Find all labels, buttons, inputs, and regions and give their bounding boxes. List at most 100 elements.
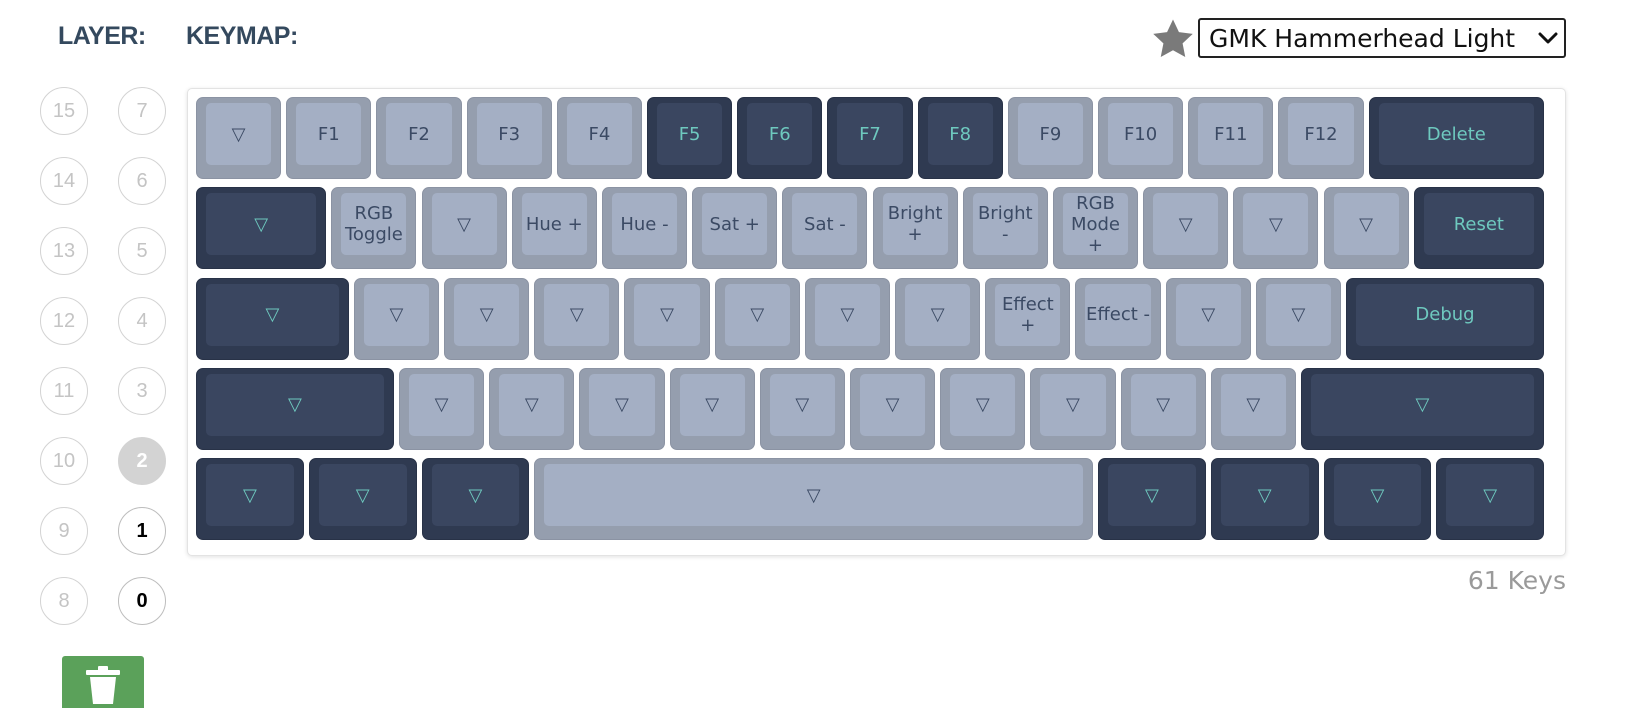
key[interactable]: Effect -: [1075, 277, 1161, 360]
key[interactable]: ▽: [1255, 277, 1342, 360]
layer-button-3[interactable]: 3: [118, 367, 166, 415]
key[interactable]: F12: [1278, 97, 1364, 179]
key-legend: Effect +: [995, 283, 1061, 346]
key[interactable]: Reset: [1413, 187, 1544, 270]
layer-button-14[interactable]: 14: [40, 157, 88, 205]
key-legend: Hue -: [611, 193, 678, 256]
key[interactable]: F10: [1098, 97, 1184, 179]
layer-button-10[interactable]: 10: [40, 437, 88, 485]
key[interactable]: ▽: [444, 277, 530, 360]
key-legend: ▽: [454, 283, 520, 346]
layer-button-9[interactable]: 9: [40, 507, 88, 555]
key-legend: ▽: [363, 283, 430, 346]
key[interactable]: ▽: [895, 277, 981, 360]
key[interactable]: ▽: [196, 367, 394, 450]
key[interactable]: ▽: [579, 367, 665, 450]
star-icon[interactable]: [1150, 16, 1196, 62]
layer-button-12[interactable]: 12: [40, 297, 88, 345]
key[interactable]: ▽: [353, 277, 440, 360]
key[interactable]: ▽: [398, 367, 485, 450]
key[interactable]: F7: [827, 97, 913, 179]
layer-button-2[interactable]: 2: [118, 437, 166, 485]
key[interactable]: ▽: [1436, 458, 1544, 541]
key[interactable]: RGB Toggle: [331, 187, 417, 270]
delete-keymap-button[interactable]: [62, 656, 144, 708]
key-legend: ▽: [318, 464, 407, 527]
key[interactable]: ▽: [196, 97, 282, 179]
key-legend: F2: [386, 103, 452, 165]
key[interactable]: ▽: [1030, 367, 1116, 450]
key[interactable]: ▽: [1143, 187, 1229, 270]
key[interactable]: ▽: [759, 367, 845, 450]
layer-button-5[interactable]: 5: [118, 227, 166, 275]
key-legend: F4: [566, 103, 632, 165]
key[interactable]: ▽: [196, 187, 327, 270]
key[interactable]: ▽: [196, 458, 304, 541]
key-legend: F10: [1108, 103, 1174, 165]
key[interactable]: ▽: [196, 277, 349, 360]
key[interactable]: ▽: [669, 367, 755, 450]
key[interactable]: ▽: [624, 277, 710, 360]
key[interactable]: Effect +: [985, 277, 1071, 360]
key[interactable]: Debug: [1346, 277, 1544, 360]
key[interactable]: Bright +: [872, 187, 958, 270]
key[interactable]: ▽: [489, 367, 575, 450]
key[interactable]: RGB Mode +: [1052, 187, 1139, 270]
key[interactable]: ▽: [421, 458, 530, 541]
key-legend: F1: [296, 103, 362, 165]
key[interactable]: F9: [1007, 97, 1093, 179]
key[interactable]: Hue -: [601, 187, 688, 270]
key[interactable]: ▽: [714, 277, 800, 360]
key[interactable]: Hue +: [511, 187, 597, 270]
key[interactable]: ▽: [534, 458, 1093, 541]
key[interactable]: F11: [1188, 97, 1274, 179]
key[interactable]: Sat -: [782, 187, 868, 270]
key[interactable]: Sat +: [692, 187, 778, 270]
layer-button-11[interactable]: 11: [40, 367, 88, 415]
key[interactable]: ▽: [1323, 458, 1432, 541]
key[interactable]: ▽: [1300, 367, 1544, 450]
layer-button-13[interactable]: 13: [40, 227, 88, 275]
key[interactable]: ▽: [1210, 458, 1319, 541]
key-legend: ▽: [206, 103, 272, 165]
key[interactable]: F8: [917, 97, 1003, 179]
key[interactable]: Bright -: [962, 187, 1048, 270]
key[interactable]: F2: [376, 97, 462, 179]
layer-button-8[interactable]: 8: [40, 577, 88, 625]
key-legend: Bright -: [972, 193, 1038, 256]
layer-button-4[interactable]: 4: [118, 297, 166, 345]
key[interactable]: ▽: [1120, 367, 1206, 450]
key-legend: ▽: [1175, 283, 1241, 346]
layer-button-15[interactable]: 15: [40, 87, 88, 135]
key[interactable]: F4: [556, 97, 642, 179]
layer-button-0[interactable]: 0: [118, 577, 166, 625]
key[interactable]: ▽: [1233, 187, 1319, 270]
key-legend: RGB Mode +: [1062, 193, 1129, 256]
theme-select[interactable]: GMK Hammerhead Light: [1198, 18, 1566, 58]
key[interactable]: F3: [466, 97, 552, 179]
key[interactable]: ▽: [1165, 277, 1251, 360]
key[interactable]: ▽: [308, 458, 417, 541]
key[interactable]: ▽: [804, 277, 891, 360]
chevron-down-icon: [1538, 32, 1558, 44]
key[interactable]: F6: [737, 97, 823, 179]
key-legend: ▽: [544, 283, 610, 346]
key[interactable]: ▽: [534, 277, 620, 360]
key-legend: ▽: [814, 283, 881, 346]
layer-button-7[interactable]: 7: [118, 87, 166, 135]
key[interactable]: ▽: [849, 367, 936, 450]
key[interactable]: ▽: [1210, 367, 1296, 450]
layer-button-1[interactable]: 1: [118, 507, 166, 555]
key-legend: ▽: [206, 464, 294, 527]
key[interactable]: ▽: [421, 187, 507, 270]
key-legend: ▽: [905, 283, 971, 346]
key-legend: F3: [476, 103, 542, 165]
key[interactable]: F5: [647, 97, 733, 179]
key[interactable]: ▽: [940, 367, 1026, 450]
key[interactable]: ▽: [1323, 187, 1409, 270]
key[interactable]: ▽: [1098, 458, 1206, 541]
key-legend: ▽: [1220, 464, 1309, 527]
key[interactable]: Delete: [1368, 97, 1544, 179]
key[interactable]: F1: [286, 97, 372, 179]
layer-button-6[interactable]: 6: [118, 157, 166, 205]
